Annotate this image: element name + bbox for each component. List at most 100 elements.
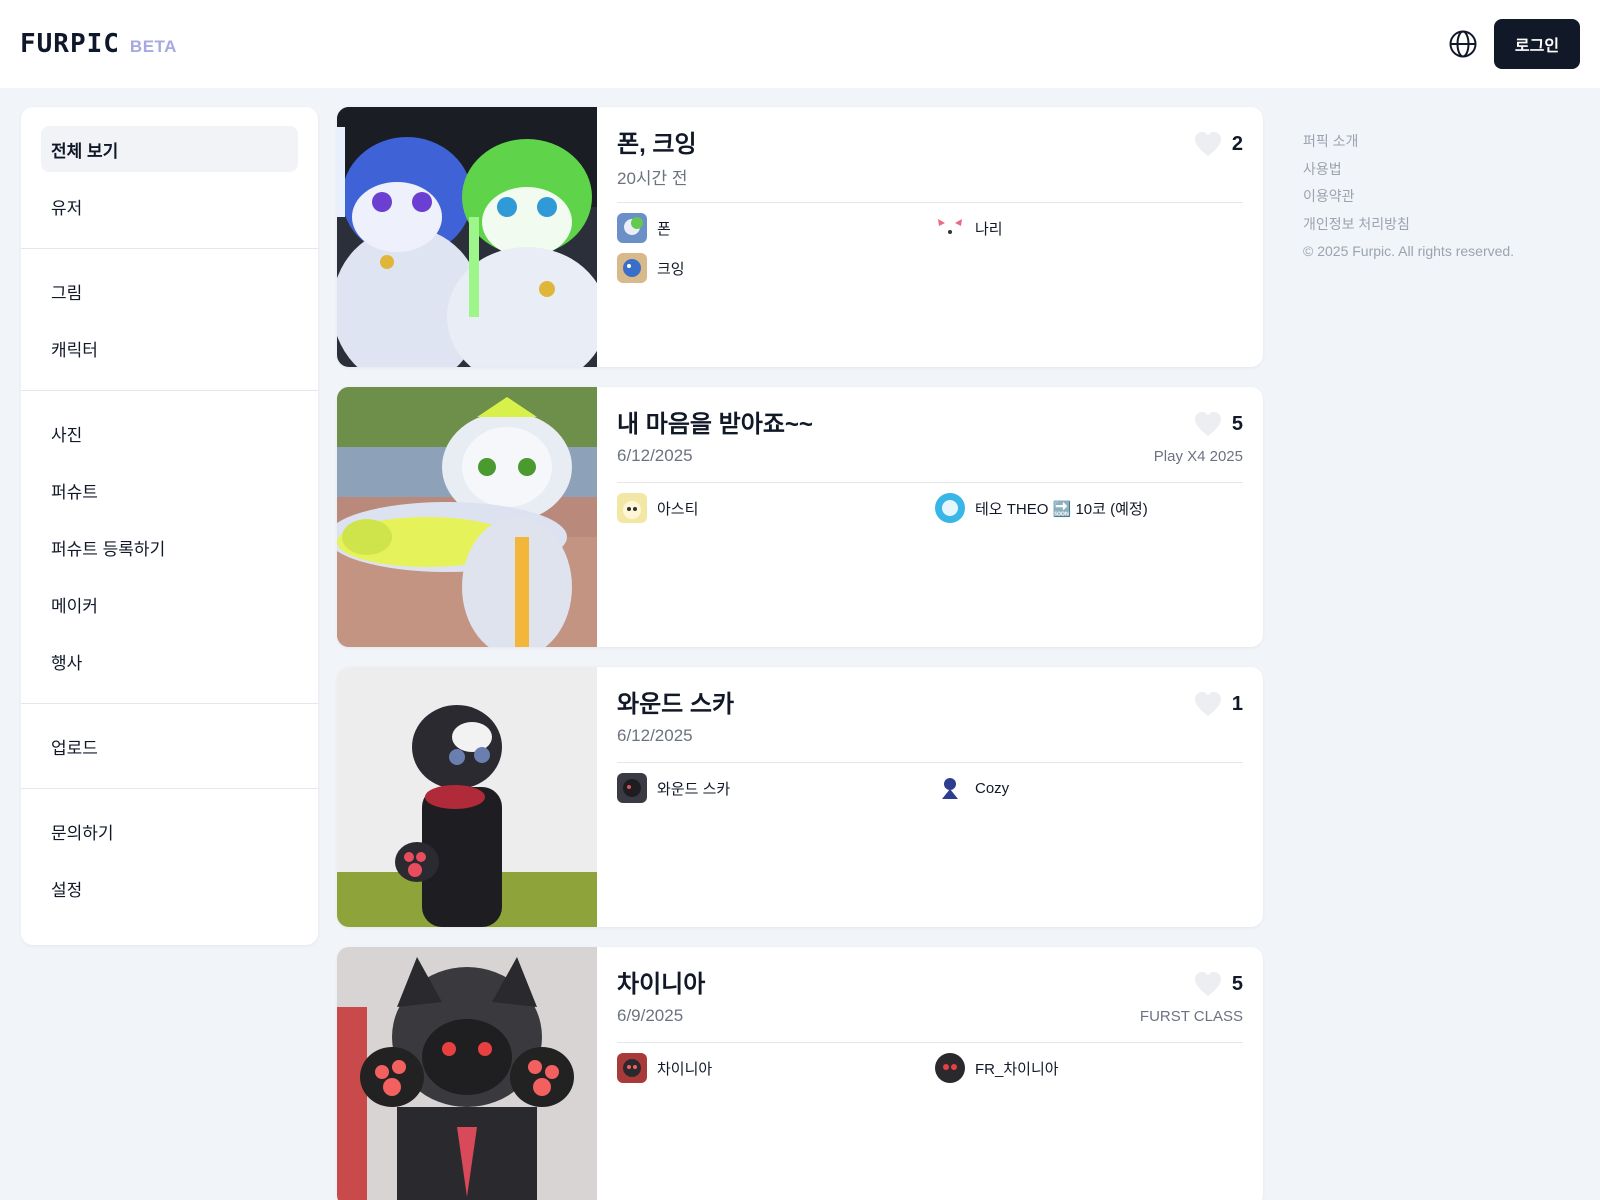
about-link[interactable]: 퍼픽 소개 — [1303, 128, 1514, 156]
post-date: 6/12/2025 — [617, 446, 693, 465]
post-meta: 6/12/2025 — [617, 724, 1243, 748]
post-title[interactable]: 차이니아 — [617, 969, 1243, 1001]
sidebar: 전체 보기 유저 그림 캐릭터 사진 퍼슈트 퍼슈트 등록하기 메이커 행사 업… — [21, 107, 318, 945]
character-name: FR_차이니아 — [975, 1060, 1059, 1078]
avatar — [935, 213, 965, 243]
sidebar-group-browse: 전체 보기 유저 — [21, 107, 318, 249]
avatar — [617, 773, 647, 803]
avatar — [617, 253, 647, 283]
sidebar-item-fursuits[interactable]: 퍼슈트 — [41, 467, 298, 513]
post-photo[interactable] — [337, 947, 597, 1200]
globe-icon[interactable] — [1446, 27, 1480, 61]
like-count: 5 — [1231, 412, 1243, 435]
beta-badge: BETA — [129, 37, 177, 56]
heart-icon — [1194, 972, 1221, 996]
character-name: 크잉 — [657, 260, 685, 278]
usage-guide-link[interactable]: 사용법 — [1303, 156, 1514, 184]
post-title[interactable]: 폰, 크잉 — [617, 129, 1243, 161]
post-event[interactable]: Play X4 2025 — [1154, 448, 1243, 465]
copyright-text: © 2025 Furpic. All rights reserved. — [1303, 243, 1515, 259]
sidebar-item-drawings[interactable]: 그림 — [41, 268, 298, 314]
character-tag[interactable]: 와운드 스카 — [617, 773, 935, 803]
sidebar-item-events[interactable]: 행사 — [41, 638, 298, 684]
avatar — [617, 493, 647, 523]
character-tag[interactable]: 크잉 — [617, 253, 935, 283]
logo[interactable]: FURPIC BETA — [20, 29, 177, 59]
avatar — [935, 773, 965, 803]
post-card[interactable]: 와운드 스카 6/12/2025 1 와운드 스카 Cozy — [337, 667, 1263, 927]
tagged-characters: 폰 나리 크잉 — [617, 213, 1243, 283]
post-photo[interactable] — [337, 667, 597, 927]
character-tag[interactable]: 차이니아 — [617, 1053, 935, 1083]
character-tag[interactable]: 아스티 — [617, 493, 935, 523]
character-tag[interactable]: 폰 — [617, 213, 935, 243]
heart-icon — [1194, 132, 1221, 156]
post-title[interactable]: 내 마음을 받아죠~~ — [617, 409, 1243, 441]
post-body: 폰, 크잉 20시간 전 2 폰 나리 크잉 — [597, 107, 1263, 367]
sidebar-item-makers[interactable]: 메이커 — [41, 581, 298, 627]
header-actions: 로그인 — [1446, 19, 1580, 69]
sidebar-item-contact[interactable]: 문의하기 — [41, 808, 298, 854]
post-date: 20시간 전 — [617, 168, 688, 188]
tagged-characters: 와운드 스카 Cozy — [617, 773, 1243, 803]
post-event[interactable]: FURST CLASS — [1140, 1008, 1243, 1025]
post-photo[interactable] — [337, 387, 597, 647]
sidebar-item-upload[interactable]: 업로드 — [41, 723, 298, 769]
sidebar-group-art: 그림 캐릭터 — [21, 249, 318, 391]
avatar — [617, 213, 647, 243]
post-meta: 20시간 전 — [617, 164, 1243, 188]
character-tag[interactable]: Cozy — [935, 773, 1235, 803]
character-name: 테오 THEO 🔜 10코 (예정) — [975, 500, 1148, 518]
avatar — [617, 1053, 647, 1083]
heart-icon — [1194, 692, 1221, 716]
top-header: FURPIC BETA 로그인 — [0, 0, 1600, 88]
sidebar-group-photos: 사진 퍼슈트 퍼슈트 등록하기 메이커 행사 — [21, 391, 318, 704]
terms-link[interactable]: 이용약관 — [1303, 183, 1514, 211]
character-name: 아스티 — [657, 500, 699, 518]
character-tag[interactable]: 테오 THEO 🔜 10코 (예정) — [935, 493, 1235, 523]
like-button[interactable]: 5 — [1194, 411, 1243, 437]
divider — [617, 1042, 1243, 1043]
divider — [617, 482, 1243, 483]
character-tag[interactable]: FR_차이니아 — [935, 1053, 1235, 1083]
tagged-characters: 아스티 테오 THEO 🔜 10코 (예정) — [617, 493, 1243, 523]
sidebar-group-upload: 업로드 — [21, 704, 318, 789]
logo-text[interactable]: FURPIC — [20, 29, 120, 59]
post-body: 내 마음을 받아죠~~ 6/12/2025 Play X4 2025 5 아스티… — [597, 387, 1263, 647]
post-body: 차이니아 6/9/2025 FURST CLASS 5 차이니아 FR_차이니아 — [597, 947, 1263, 1200]
post-title[interactable]: 와운드 스카 — [617, 689, 1243, 721]
post-date: 6/9/2025 — [617, 1006, 684, 1025]
sidebar-item-characters[interactable]: 캐릭터 — [41, 325, 298, 371]
character-name: Cozy — [975, 779, 1010, 797]
photo-feed: 폰, 크잉 20시간 전 2 폰 나리 크잉 내 마음을 받아죠~~ 6/12/… — [337, 107, 1263, 1200]
post-photo[interactable] — [337, 107, 597, 367]
avatar — [935, 493, 965, 523]
sidebar-group-support: 문의하기 설정 — [21, 789, 318, 930]
character-name: 와운드 스카 — [657, 780, 731, 798]
post-card[interactable]: 내 마음을 받아죠~~ 6/12/2025 Play X4 2025 5 아스티… — [337, 387, 1263, 647]
character-name: 폰 — [657, 220, 671, 238]
post-meta: 6/12/2025 Play X4 2025 — [617, 444, 1243, 468]
sidebar-item-photos[interactable]: 사진 — [41, 410, 298, 456]
sidebar-item-all[interactable]: 전체 보기 — [41, 126, 298, 172]
sidebar-item-users[interactable]: 유저 — [41, 183, 298, 229]
like-button[interactable]: 1 — [1194, 691, 1243, 717]
like-count: 2 — [1231, 132, 1243, 155]
sidebar-item-settings[interactable]: 설정 — [41, 865, 298, 911]
post-card[interactable]: 차이니아 6/9/2025 FURST CLASS 5 차이니아 FR_차이니아 — [337, 947, 1263, 1200]
tagged-characters: 차이니아 FR_차이니아 — [617, 1053, 1243, 1083]
privacy-policy-link[interactable]: 개인정보 처리방침 — [1303, 211, 1514, 239]
like-count: 1 — [1231, 692, 1243, 715]
avatar — [935, 1053, 965, 1083]
like-button[interactable]: 5 — [1194, 971, 1243, 997]
character-tag[interactable]: 나리 — [935, 213, 1235, 243]
character-name: 차이니아 — [657, 1060, 713, 1078]
like-button[interactable]: 2 — [1194, 131, 1243, 157]
post-date: 6/12/2025 — [617, 726, 693, 745]
post-card[interactable]: 폰, 크잉 20시간 전 2 폰 나리 크잉 — [337, 107, 1263, 367]
footer-links: 퍼픽 소개 사용법 이용약관 개인정보 처리방침 © 2025 Furpic. … — [1303, 128, 1514, 266]
heart-icon — [1194, 412, 1221, 436]
like-count: 5 — [1231, 972, 1243, 995]
login-button[interactable]: 로그인 — [1494, 19, 1580, 69]
sidebar-item-register-fursuit[interactable]: 퍼슈트 등록하기 — [41, 524, 298, 570]
